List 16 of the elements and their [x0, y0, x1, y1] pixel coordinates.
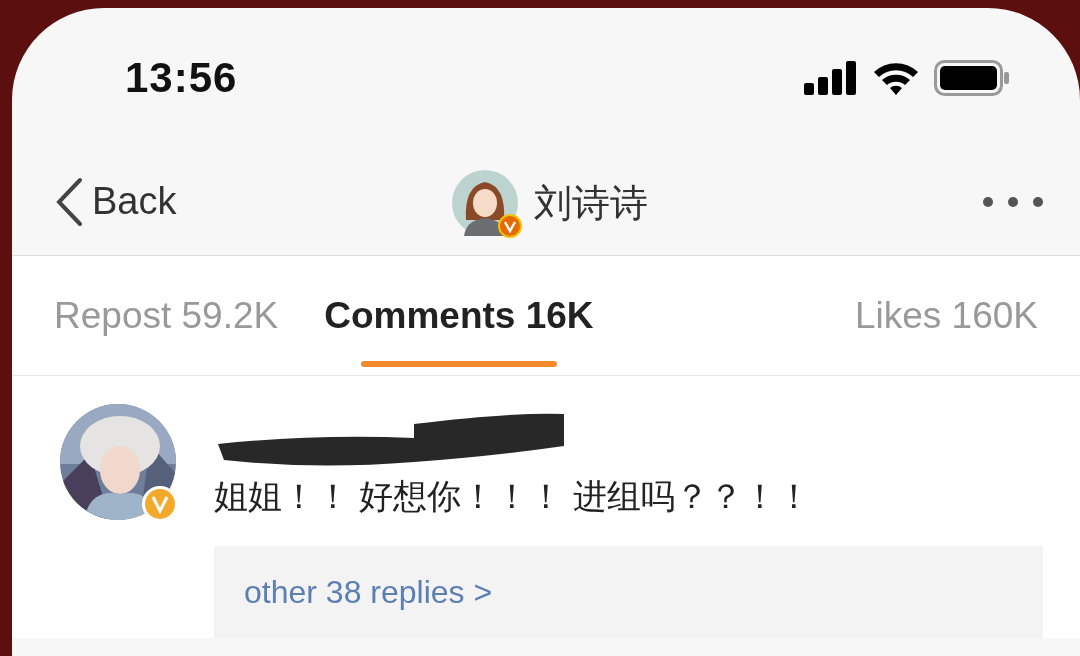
verified-badge-icon [142, 486, 178, 522]
verified-badge-icon [498, 214, 522, 238]
replies-link[interactable]: other 38 replies > [214, 546, 1043, 638]
clock-time: 13:56 [125, 54, 238, 102]
chevron-left-icon [54, 176, 84, 227]
wifi-icon [872, 60, 920, 96]
avatar-icon [452, 170, 518, 236]
back-button[interactable]: Back [54, 176, 177, 227]
tab[interactable]: Likes 160K [854, 256, 1038, 375]
comment-text: 姐姐！！ 好想你！！！ 进组吗？？！！ [214, 476, 812, 517]
tab[interactable]: Repost 59.2K [54, 256, 279, 375]
more-icon[interactable] [982, 195, 1044, 208]
profile-name: 刘诗诗 [534, 180, 648, 226]
battery-icon [934, 60, 1010, 96]
tab[interactable]: Comments 16K [324, 256, 594, 375]
signal-icon [804, 61, 858, 95]
